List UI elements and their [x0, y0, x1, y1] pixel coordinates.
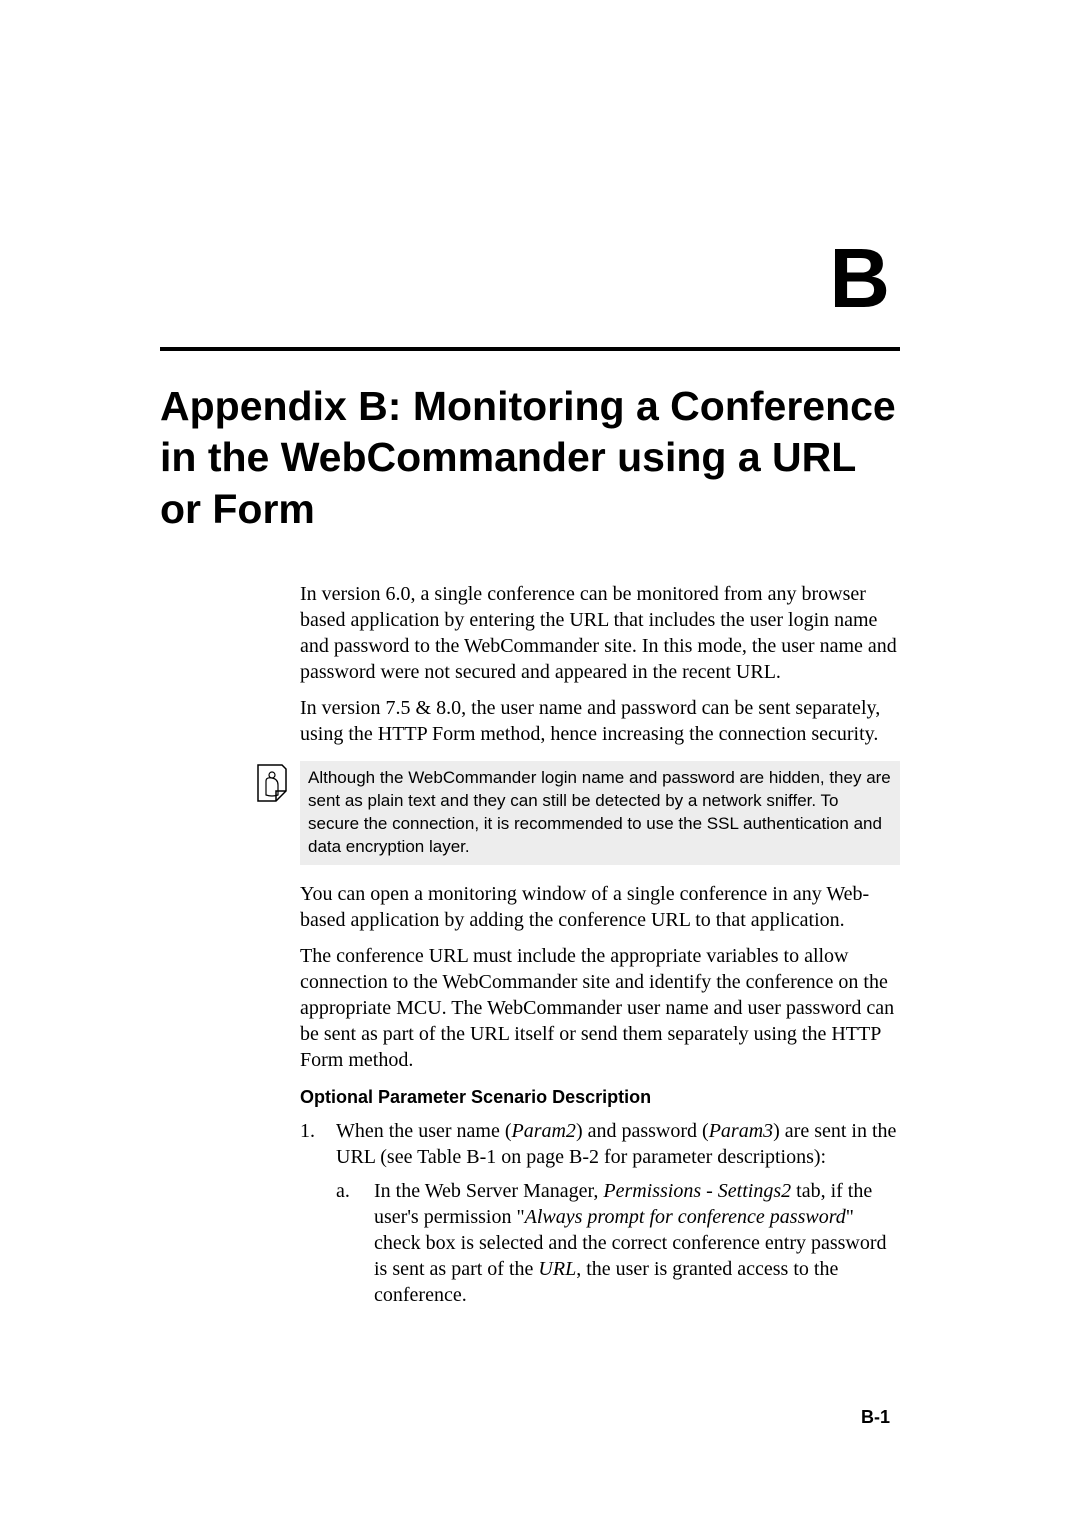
appendix-letter: B [160, 230, 900, 327]
paragraph-3: You can open a monitoring window of a si… [300, 881, 900, 933]
content-body: In version 6.0, a single conference can … [300, 581, 900, 1308]
list-item-1-text: When the user name (Param2) and password… [336, 1118, 900, 1170]
text-fragment: When the user name ( [336, 1120, 511, 1142]
sublist-letter-a: a. [336, 1178, 374, 1308]
sublist: a. In the Web Server Manager, Permission… [336, 1178, 900, 1308]
prompt-italic: Always prompt for conference password [525, 1206, 846, 1228]
optional-heading: Optional Parameter Scenario Description [300, 1087, 900, 1108]
sublist-item-a-text: In the Web Server Manager, Permissions -… [374, 1178, 900, 1308]
list-item-1: 1. When the user name (Param2) and passw… [300, 1118, 900, 1170]
title-divider [160, 347, 900, 351]
appendix-title: Appendix B: Monitoring a Conference in t… [160, 381, 900, 535]
text-fragment: In the Web Server Manager, [374, 1180, 603, 1202]
list-number-1: 1. [300, 1118, 336, 1170]
param2-italic: Param2 [511, 1120, 575, 1142]
note-text: Although the WebCommander login name and… [300, 761, 900, 865]
paragraph-1: In version 6.0, a single conference can … [300, 581, 900, 685]
text-fragment: ) and password ( [576, 1120, 709, 1142]
permissions-italic: Permissions - Settings2 [603, 1180, 791, 1202]
paragraph-4: The conference URL must include the appr… [300, 943, 900, 1073]
param3-italic: Param3 [709, 1120, 773, 1142]
document-page: B Appendix B: Monitoring a Conference in… [0, 0, 1080, 1396]
note-callout: Although the WebCommander login name and… [252, 761, 900, 865]
note-icon [252, 761, 292, 805]
page-number: B-1 [861, 1407, 890, 1428]
url-italic: URL [538, 1258, 576, 1280]
sublist-item-a: a. In the Web Server Manager, Permission… [336, 1178, 900, 1308]
paragraph-2: In version 7.5 & 8.0, the user name and … [300, 695, 900, 747]
